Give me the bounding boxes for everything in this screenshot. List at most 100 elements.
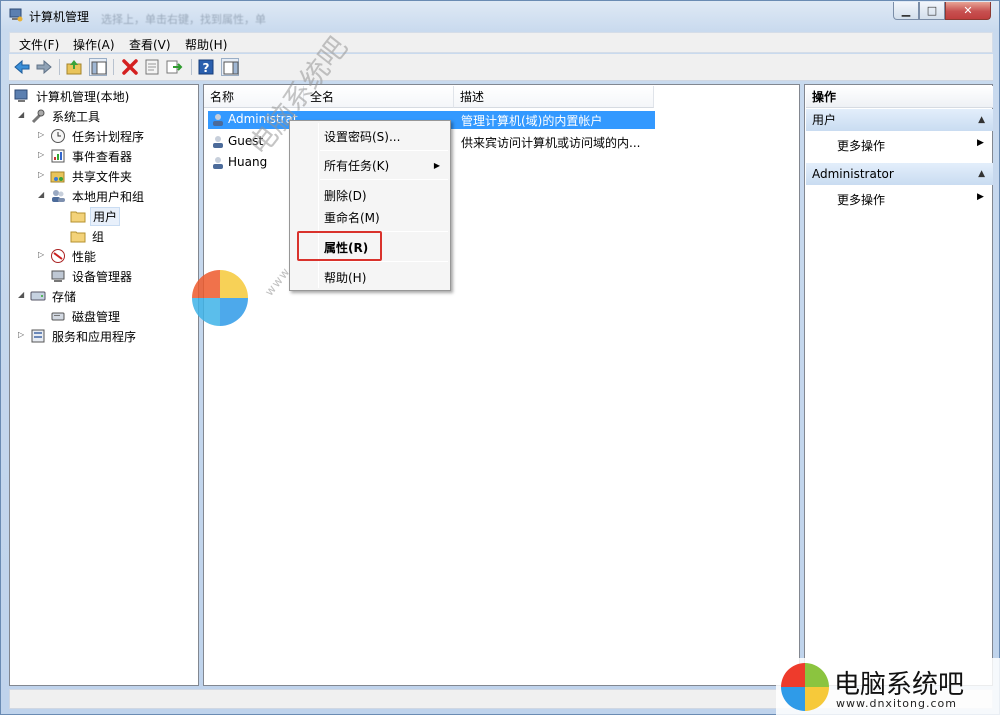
shared-folder-icon (50, 168, 66, 184)
forward-icon[interactable] (35, 58, 53, 76)
menu-bar: 文件(F) 操作(A) 查看(V) 帮助(H) (9, 32, 993, 53)
more-actions-link[interactable]: 更多操作 ▶ (837, 191, 984, 208)
tools-icon (30, 108, 46, 124)
tree-node-device-manager[interactable]: 设备管理器 (38, 267, 188, 285)
action-pane-icon[interactable] (221, 58, 239, 76)
tree-node-label: 服务和应用程序 (52, 330, 137, 344)
cell-description: 管理计算机(域)的内置帐户 (461, 114, 603, 128)
user-icon (210, 112, 226, 128)
toolbar-separator (59, 59, 60, 75)
menu-help[interactable]: 帮助(H) (185, 36, 227, 53)
collapse-icon[interactable]: ▲ (978, 109, 985, 131)
tree-node-label: 共享文件夹 (72, 170, 133, 184)
actions-group-label: 用户 (812, 113, 837, 127)
expand-arrow-icon[interactable]: ▷ (18, 330, 28, 340)
tree-node-task-scheduler[interactable]: ▷ 任务计划程序 (38, 127, 188, 145)
performance-icon (50, 248, 66, 264)
toolbar-separator (113, 59, 114, 75)
maximize-button[interactable]: □ (919, 2, 945, 20)
actions-group-users[interactable]: 用户 ▲ (806, 109, 993, 131)
ghost-caption-text: 选择上，单击右键，找到属性，单 (101, 13, 266, 26)
tree-node-label: 用户 (90, 207, 121, 226)
cell-name: Guest (228, 134, 264, 148)
actions-group-administrator[interactable]: Administrator ▲ (806, 163, 993, 185)
tree-node-groups[interactable]: 组 (58, 227, 138, 245)
menu-item-set-password[interactable]: 设置密码(S)... (324, 128, 400, 145)
title-bar: 计算机管理 选择上，单击右键，找到属性，单 ▁ □ ✕ (1, 1, 999, 31)
tree-node-label: 存储 (52, 290, 77, 304)
menu-item-rename[interactable]: 重命名(M) (324, 209, 380, 226)
menu-item-all-tasks[interactable]: 所有任务(K) (324, 157, 444, 174)
users-icon (50, 188, 66, 204)
tree-node-local-users-groups[interactable]: ◢ 本地用户和组 (38, 187, 188, 205)
export-icon[interactable] (165, 58, 183, 76)
tree-node-label: 本地用户和组 (72, 190, 145, 204)
collapse-arrow-icon[interactable]: ◢ (18, 110, 28, 120)
column-header-description[interactable]: 描述 (454, 86, 654, 108)
menu-item-delete[interactable]: 删除(D) (324, 187, 367, 204)
tree-node-shared-folders[interactable]: ▷ 共享文件夹 (38, 167, 188, 185)
tree-node-services-applications[interactable]: ▷ 服务和应用程序 (18, 327, 188, 345)
tree-node-event-viewer[interactable]: ▷ 事件查看器 (38, 147, 188, 165)
column-header-name[interactable]: 名称 (204, 86, 304, 108)
show-tree-icon[interactable] (89, 58, 107, 76)
up-folder-icon[interactable] (65, 58, 83, 76)
tree-node-storage[interactable]: ◢ 存储 (18, 287, 188, 305)
delete-icon[interactable] (121, 58, 139, 76)
cell-name: Administrat (228, 112, 298, 126)
submenu-arrow-icon: ▶ (433, 161, 440, 170)
more-actions-link[interactable]: 更多操作 ▶ (837, 137, 984, 154)
folder-icon (70, 228, 86, 244)
event-viewer-icon (50, 148, 66, 164)
menu-file[interactable]: 文件(F) (19, 36, 59, 53)
expand-arrow-icon[interactable]: ▷ (38, 170, 48, 180)
tree-node-system-tools[interactable]: ◢ 系统工具 (18, 107, 188, 125)
tree-node-label: 任务计划程序 (72, 130, 145, 144)
brand-watermark: 电脑系统吧 www.dnxitong.com (776, 658, 1000, 715)
menu-action[interactable]: 操作(A) (73, 36, 115, 53)
tree-node-label: 组 (92, 230, 105, 244)
menu-separator (320, 150, 448, 151)
properties-icon[interactable] (143, 58, 161, 76)
menu-separator (320, 179, 448, 180)
expand-arrow-icon[interactable]: ▷ (38, 250, 48, 260)
menu-view[interactable]: 查看(V) (129, 36, 171, 53)
disk-icon (50, 308, 66, 324)
tree-node-label: 系统工具 (52, 110, 101, 124)
clock-icon (50, 128, 66, 144)
tree-node-label: 事件查看器 (72, 150, 133, 164)
user-icon (210, 155, 226, 171)
svg-text:?: ? (203, 61, 210, 75)
collapse-arrow-icon[interactable]: ◢ (18, 290, 28, 300)
tree-node-label: 设备管理器 (72, 270, 133, 284)
tree-node-performance[interactable]: ▷ 性能 (38, 247, 188, 265)
help-icon[interactable]: ? (197, 58, 215, 76)
storage-icon (30, 288, 46, 304)
watermark-logo (190, 268, 250, 328)
expand-arrow-icon[interactable]: ▷ (38, 130, 48, 140)
minimize-button[interactable]: ▁ (893, 2, 919, 20)
collapse-icon[interactable]: ▲ (978, 163, 985, 185)
brand-text: 电脑系统吧 (834, 670, 965, 700)
folder-icon (70, 208, 86, 224)
more-actions-label: 更多操作 (837, 193, 886, 207)
brand-logo-icon (780, 662, 830, 712)
properties-highlight-box (297, 231, 382, 261)
expand-arrow-icon[interactable]: ▷ (38, 150, 48, 160)
collapse-arrow-icon[interactable]: ◢ (38, 190, 48, 200)
cell-description: 供来宾访问计算机或访问域的内... (461, 136, 641, 150)
toolbar-separator (191, 59, 192, 75)
brand-url: www.dnxitong.com (836, 697, 957, 710)
tree-node-users[interactable]: 用户 (58, 207, 138, 226)
context-menu: 设置密码(S)... 所有任务(K) ▶ 删除(D) 重命名(M) 属性(R) … (289, 120, 451, 291)
menu-item-help[interactable]: 帮助(H) (324, 269, 366, 286)
column-header-fullname[interactable]: 全名 (304, 86, 454, 108)
close-button[interactable]: ✕ (945, 2, 991, 20)
menu-separator (320, 261, 448, 262)
tree-node-computer-management[interactable]: 计算机管理(本地) (14, 87, 194, 105)
window-title: 计算机管理 (29, 10, 90, 24)
device-manager-icon (50, 268, 66, 284)
app-window: 计算机管理 选择上，单击右键，找到属性，单 ▁ □ ✕ 文件(F) 操作(A) … (0, 0, 1000, 715)
tree-node-disk-management[interactable]: 磁盘管理 (38, 307, 188, 325)
back-icon[interactable] (13, 58, 31, 76)
